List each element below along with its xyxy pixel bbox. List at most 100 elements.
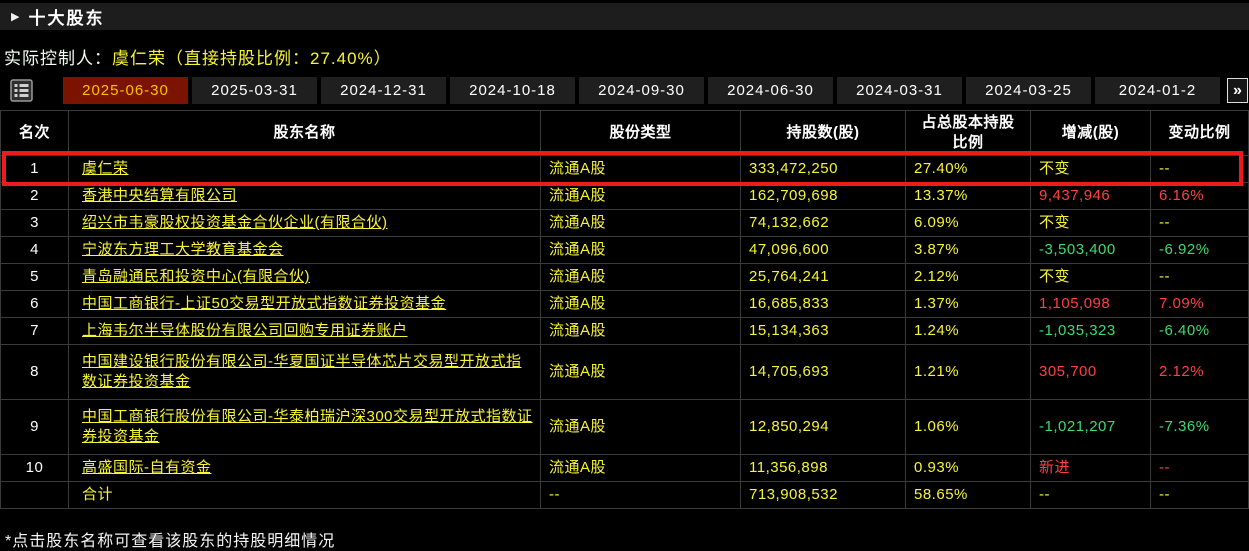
shares-held-cell: 11,356,898 [741, 455, 906, 482]
date-tab-2024-01-2[interactable]: 2024-01-2 [1095, 77, 1220, 104]
shareholder-link[interactable]: 中国工商银行股份有限公司-华泰柏瑞沪深300交易型开放式指数证券投资基金 [82, 407, 534, 448]
shareholder-name-cell: 香港中央结算有限公司 [69, 183, 541, 210]
date-tab-2024-12-31[interactable]: 2024-12-31 [321, 77, 446, 104]
shareholder-link[interactable]: 中国建设银行股份有限公司-华夏国证半导体芯片交易型开放式指数证券投资基金 [82, 352, 534, 393]
change-pct-cell: 2.12% [1151, 345, 1249, 400]
date-tab-2025-03-31[interactable]: 2025-03-31 [192, 77, 317, 104]
date-tab-2024-03-31[interactable]: 2024-03-31 [837, 77, 962, 104]
share-type-cell: -- [541, 482, 741, 509]
rank-cell: 10 [1, 455, 69, 482]
page-title: 十大股东 [28, 9, 105, 28]
pct-of-total-cell: 58.65% [906, 482, 1031, 509]
col-header-name: 股东名称 [69, 110, 541, 156]
shareholder-name-cell: 合计 [69, 482, 541, 509]
change-pct-cell: -- [1151, 482, 1249, 509]
change-shares-cell: -1,021,207 [1031, 400, 1151, 455]
change-pct-cell: -- [1151, 156, 1249, 183]
list-icon [9, 79, 33, 102]
rank-cell [1, 482, 69, 509]
pct-of-total-cell: 1.06% [906, 400, 1031, 455]
shares-held-cell: 333,472,250 [741, 156, 906, 183]
shareholder-name-cell: 中国工商银行-上证50交易型开放式指数证券投资基金 [69, 291, 541, 318]
change-pct-cell: -- [1151, 264, 1249, 291]
change-shares-cell: 不变 [1031, 210, 1151, 237]
shares-held-cell: 74,132,662 [741, 210, 906, 237]
pct-of-total-cell: 3.87% [906, 237, 1031, 264]
list-view-button[interactable] [7, 77, 35, 104]
shareholder-name-cell: 宁波东方理工大学教育基金会 [69, 237, 541, 264]
shareholder-link[interactable]: 中国工商银行-上证50交易型开放式指数证券投资基金 [82, 294, 446, 314]
shares-held-cell: 12,850,294 [741, 400, 906, 455]
shares-held-cell: 15,134,363 [741, 318, 906, 345]
footnote: *点击股东名称可查看该股东的持股明细情况 [5, 533, 336, 550]
table-header-row: 名次 股东名称 股份类型 持股数(股) 占总股本持股比例 增减(股) 变动比例 [1, 110, 1249, 156]
shareholder-name-cell: 高盛国际-自有资金 [69, 455, 541, 482]
table-row: 9 中国工商银行股份有限公司-华泰柏瑞沪深300交易型开放式指数证券投资基金 流通A… [1, 400, 1249, 455]
pct-of-total-cell: 27.40% [906, 156, 1031, 183]
rank-cell: 2 [1, 183, 69, 210]
shareholder-link[interactable]: 青岛融通民和投资中心(有限合伙) [82, 267, 310, 287]
shareholder-name-cell: 中国工商银行股份有限公司-华泰柏瑞沪深300交易型开放式指数证券投资基金 [69, 400, 541, 455]
double-chevron-right-icon: » [1233, 81, 1242, 99]
change-shares-cell: -1,035,323 [1031, 318, 1151, 345]
rank-cell: 3 [1, 210, 69, 237]
change-shares-cell: 不变 [1031, 156, 1151, 183]
date-tab-2024-06-30[interactable]: 2024-06-30 [708, 77, 833, 104]
top10-shareholders-panel: ▶ 十大股东 实际控制人：虞仁荣（直接持股比例：27.40%） 2025-06-… [0, 0, 1249, 551]
shareholder-link[interactable]: 上海韦尔半导体股份有限公司回购专用证券账户 [82, 321, 408, 341]
col-header-chgpct: 变动比例 [1151, 110, 1249, 156]
share-type-cell: 流通A股 [541, 400, 741, 455]
share-type-cell: 流通A股 [541, 291, 741, 318]
shares-held-cell: 47,096,600 [741, 237, 906, 264]
share-type-cell: 流通A股 [541, 237, 741, 264]
shareholders-table: 名次 股东名称 股份类型 持股数(股) 占总股本持股比例 增减(股) 变动比例 1 虞仁荣 流通… [0, 110, 1249, 509]
share-type-cell: 流通A股 [541, 210, 741, 237]
pct-of-total-cell: 1.24% [906, 318, 1031, 345]
shareholder-link[interactable]: 绍兴市韦豪股权投资基金合伙企业(有限合伙) [82, 213, 388, 233]
rank-cell: 4 [1, 237, 69, 264]
share-type-cell: 流通A股 [541, 318, 741, 345]
change-shares-cell: 新进 [1031, 455, 1151, 482]
change-shares-cell: 1,105,098 [1031, 291, 1151, 318]
shares-held-cell: 16,685,833 [741, 291, 906, 318]
change-pct-cell: -- [1151, 210, 1249, 237]
pct-of-total-cell: 6.09% [906, 210, 1031, 237]
share-type-cell: 流通A股 [541, 345, 741, 400]
controller-value: 虞仁荣（直接持股比例：27.40%） [112, 49, 392, 68]
rank-cell: 7 [1, 318, 69, 345]
date-tab-2024-10-18[interactable]: 2024-10-18 [450, 77, 575, 104]
change-pct-cell: -7.36% [1151, 400, 1249, 455]
change-shares-cell: -3,503,400 [1031, 237, 1151, 264]
actual-controller-line: 实际控制人：虞仁荣（直接持股比例：27.40%） [4, 44, 392, 69]
pct-of-total-cell: 13.37% [906, 183, 1031, 210]
share-type-cell: 流通A股 [541, 183, 741, 210]
shareholder-link[interactable]: 香港中央结算有限公司 [82, 186, 237, 206]
shareholder-link[interactable]: 高盛国际-自有资金 [82, 458, 212, 478]
shareholder-name-cell: 虞仁荣 [69, 156, 541, 183]
pct-of-total-cell: 1.21% [906, 345, 1031, 400]
share-type-cell: 流通A股 [541, 156, 741, 183]
rank-cell: 9 [1, 400, 69, 455]
table-row: 2 香港中央结算有限公司 流通A股 162,709,698 13.37% 9,437,94… [1, 183, 1249, 210]
more-dates-button[interactable]: » [1227, 78, 1248, 103]
collapse-caret-icon[interactable]: ▶ [11, 10, 19, 23]
date-tab-2025-06-30[interactable]: 2025-06-30 [63, 77, 188, 104]
table-row: 10 高盛国际-自有资金 流通A股 11,356,898 0.93% 新进 -- [1, 455, 1249, 482]
shares-held-cell: 14,705,693 [741, 345, 906, 400]
controller-label: 实际控制人： [4, 49, 112, 68]
change-shares-cell: -- [1031, 482, 1151, 509]
change-pct-cell: 7.09% [1151, 291, 1249, 318]
shares-held-cell: 162,709,698 [741, 183, 906, 210]
shareholder-link[interactable]: 虞仁荣 [82, 159, 129, 179]
col-header-shares: 持股数(股) [741, 110, 906, 156]
col-header-change: 增减(股) [1031, 110, 1151, 156]
date-tabs: 2025-06-30 2025-03-31 2024-12-31 2024-10-18… [63, 77, 1227, 104]
table-body: 1 虞仁荣 流通A股 333,472,250 27.40% 不变 -- 2 香港中央结算有限公司… [1, 156, 1249, 509]
table-row: 6 中国工商银行-上证50交易型开放式指数证券投资基金 流通A股 16,685,833… [1, 291, 1249, 318]
col-header-pct: 占总股本持股比例 [906, 110, 1031, 156]
rank-cell: 8 [1, 345, 69, 400]
rank-cell: 5 [1, 264, 69, 291]
date-tab-2024-09-30[interactable]: 2024-09-30 [579, 77, 704, 104]
shareholder-link[interactable]: 宁波东方理工大学教育基金会 [82, 240, 284, 260]
date-tab-2024-03-25[interactable]: 2024-03-25 [966, 77, 1091, 104]
